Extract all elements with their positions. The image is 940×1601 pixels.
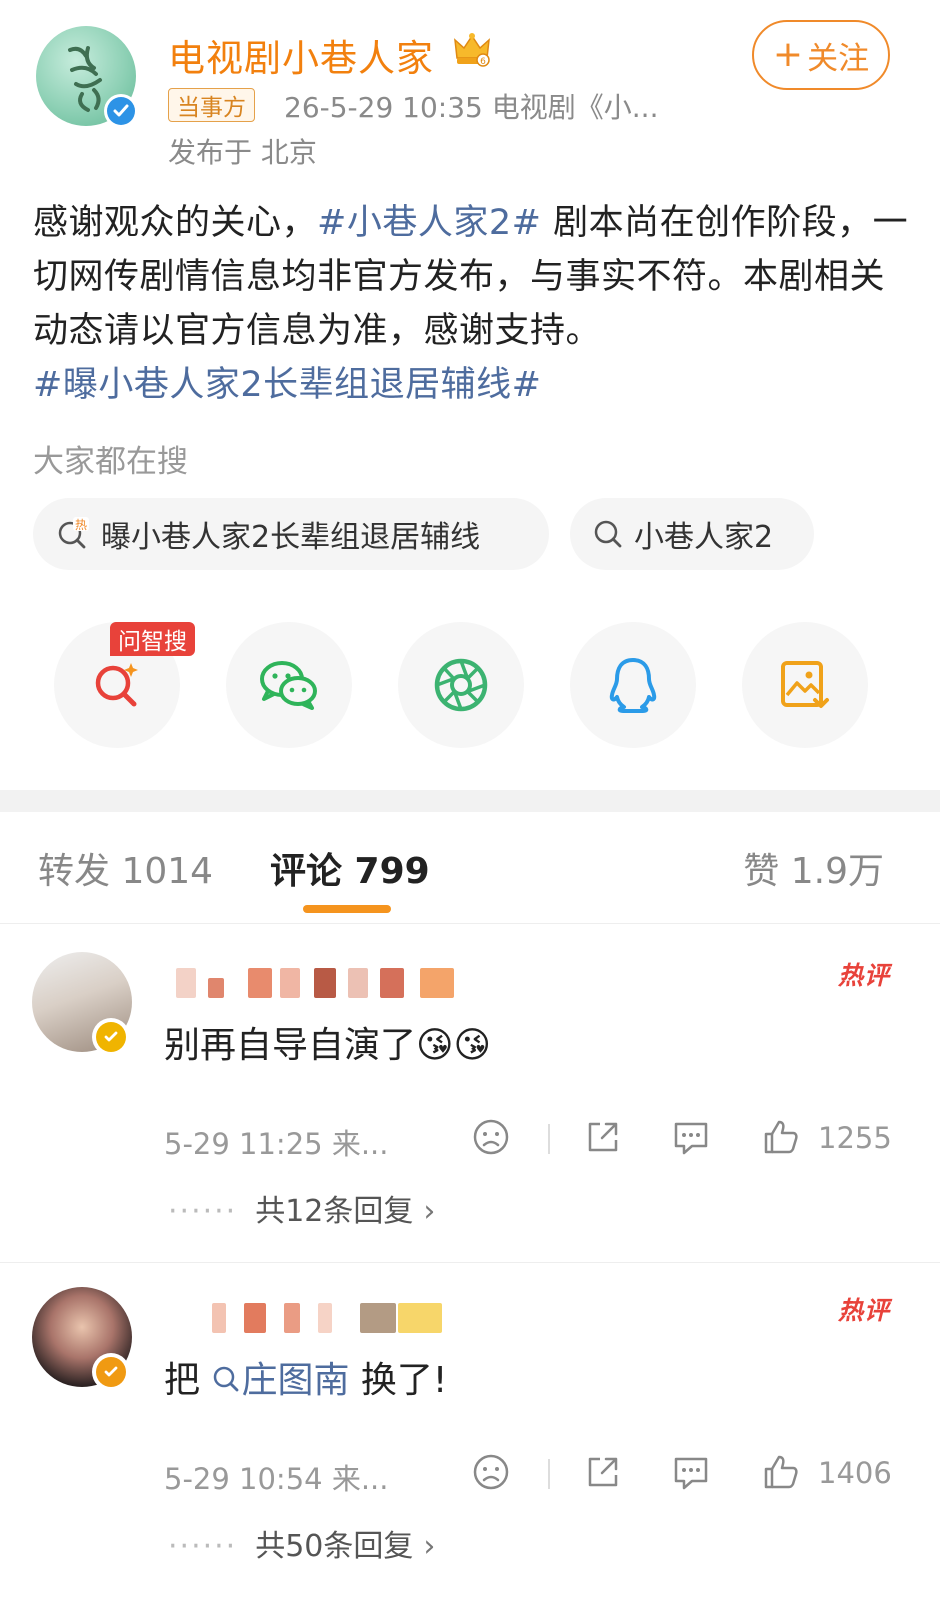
search-icon [214,1366,239,1392]
comment-time: 5-29 11:25 来... [164,1127,389,1161]
action-separator [548,1124,550,1154]
like-thumb-icon[interactable] [760,1451,802,1493]
comment-text-before: 把 [164,1360,201,1401]
action-separator [548,1459,550,1489]
chevron-right-icon: › [423,1194,436,1229]
save-image-icon [781,661,829,708]
svg-text:6: 6 [480,57,486,67]
like-count: 1406 [818,1456,892,1490]
kiss-emoji-icon: 😘😘 [416,1025,492,1066]
reply-dots: ······ [168,1194,238,1229]
comment-text: 别再自导自演了😘😘 [164,1016,491,1068]
hashtag-link[interactable]: #小巷人家2# [317,203,541,243]
vip-crown-icon: 6 [454,33,490,67]
hot-search-icon: 热 [58,517,89,549]
search-chip-label: 曝小巷人家2长辈组退居辅线 [101,520,481,555]
svg-text:热: 热 [75,518,87,532]
comment-time: 5-29 10:54 来... [164,1462,389,1496]
wechat-icon [260,661,317,710]
dislike-icon[interactable] [470,1451,512,1493]
ask-zhisou-tag: 问智搜 [110,622,195,656]
post-meta: 26-5-29 10:35 电视剧《小... [284,91,659,124]
tab-comment[interactable]: 评论 799 [270,842,430,894]
reply-dots: ······ [168,1529,238,1564]
chevron-right-icon: › [423,1529,436,1564]
interaction-tabs: 转发 1014 评论 799 赞 1.9万 [0,812,940,924]
hashtag-link[interactable]: #曝小巷人家2长辈组退居辅线# [33,365,541,405]
verified-badge-icon [104,94,138,128]
trending-search-title: 大家都在搜 [33,444,188,480]
verified-badge-icon [92,1353,130,1391]
view-replies-link[interactable]: ······ 共12条回复 › [168,1186,435,1230]
party-badge: 当事方 [168,88,255,122]
comment-text-content: 别再自导自演了 [164,1025,417,1066]
reply-count: 共50条回复 [255,1529,414,1564]
search-chip[interactable]: 热 曝小巷人家2长辈组退居辅线 [33,498,549,570]
post-text-1: 感谢观众的关心， [33,203,318,243]
moments-icon [434,658,488,712]
comment-icon[interactable] [670,1451,712,1493]
comment-text: 把 庄图南 换了! [164,1351,447,1403]
save-image-button[interactable] [742,622,868,748]
follow-label: 关注 [807,40,870,77]
verified-badge-icon [92,1018,130,1056]
share-icon[interactable] [582,1451,624,1493]
view-replies-link[interactable]: ······ 共50条回复 › [168,1521,435,1565]
qq-icon [609,658,657,713]
commenter-name-blurred[interactable] [168,1297,468,1341]
dislike-icon[interactable] [470,1116,512,1158]
search-chip-label: 小巷人家2 [634,520,774,555]
comment-icon[interactable] [670,1116,712,1158]
section-divider [0,790,940,812]
hot-comment-tag: 热评 [837,1296,890,1325]
hot-comment-tag: 热评 [837,961,890,990]
search-keyword-link[interactable]: 庄图南 [241,1360,349,1401]
plus-icon: + [772,34,804,75]
commenter-name-blurred[interactable] [168,962,468,1006]
search-chip[interactable]: 小巷人家2 [570,498,814,570]
share-qq-button[interactable] [570,622,696,748]
ai-search-icon [95,663,138,707]
tab-like[interactable]: 赞 1.9万 [743,842,884,894]
like-count: 1255 [818,1121,892,1155]
weibo-post: 电视剧小巷人家 6 + 关注 当事方 26-5-29 10:35 电视剧《小..… [0,0,940,790]
tab-repost[interactable]: 转发 1014 [38,842,213,894]
reply-count: 共12条回复 [255,1194,414,1229]
comment-item: 热评 把 庄图南 换了! 5-29 10:54 来... 1406 ······… [0,1262,940,1572]
post-body: 感谢观众的关心，#小巷人家2# 剧本尚在创作阶段，一切网传剧情信息均非官方发布，… [33,196,913,412]
active-tab-indicator [303,905,391,913]
comment-text-after: 换了! [349,1360,448,1401]
share-wechat-button[interactable] [226,622,352,748]
share-moments-button[interactable] [398,622,524,748]
follow-button[interactable]: + 关注 [752,20,890,90]
author-name[interactable]: 电视剧小巷人家 [168,28,434,82]
like-thumb-icon[interactable] [760,1116,802,1158]
search-icon [594,520,622,548]
share-icon[interactable] [582,1116,624,1158]
comment-item: 热评 别再自导自演了😘😘 5-29 11:25 来... 1255 ······… [0,928,940,1238]
post-location: 发布于 北京 [168,136,317,169]
